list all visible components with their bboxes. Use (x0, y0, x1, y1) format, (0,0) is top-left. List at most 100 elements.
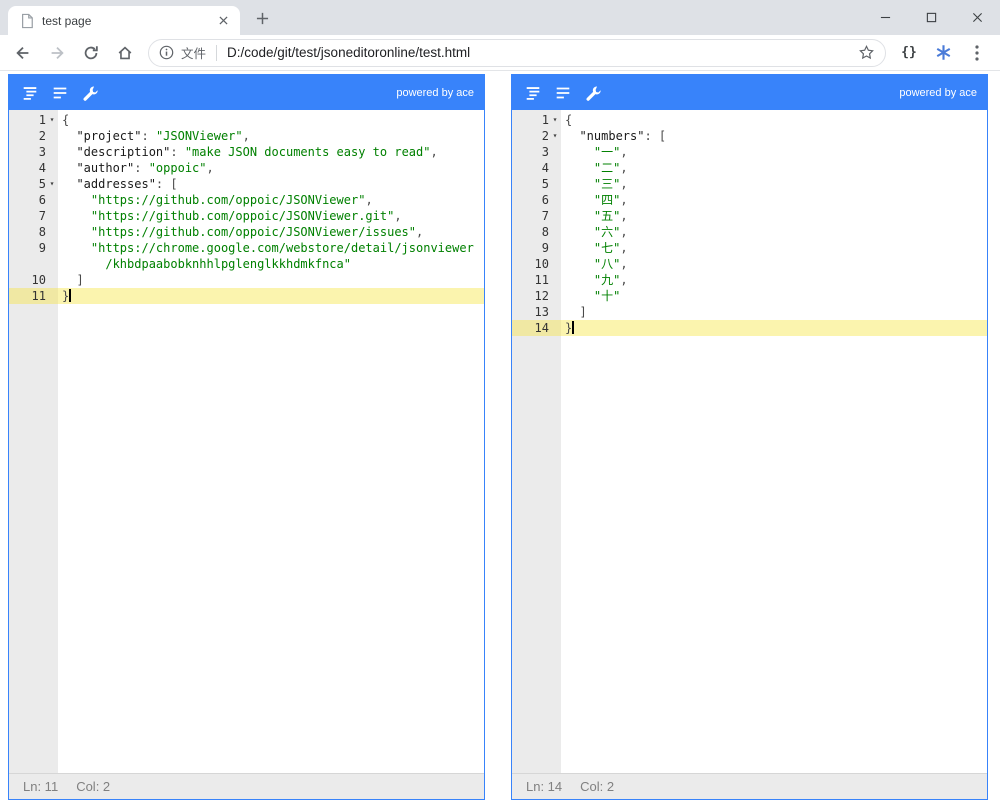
json-editor-right: powered by ace 1 ▾ 2 ▾ 3 4 5 6 7 8 9 10 11 12 13 14 { "… (511, 74, 988, 800)
powered-by-ace-link[interactable]: powered by ace (899, 87, 977, 99)
gutter-line-number: 7 (541, 209, 549, 223)
format-button[interactable] (520, 80, 546, 106)
powered-by-ace-link[interactable]: powered by ace (396, 87, 474, 99)
browser-tab[interactable]: test page (8, 6, 240, 35)
code-line[interactable]: /khbdpaabobknhhlpglenglkkhdmkfnca" (58, 256, 484, 272)
code-line[interactable]: "七", (561, 240, 987, 256)
gutter-line-number: 13 (534, 305, 549, 319)
page-info-icon[interactable] (159, 45, 174, 60)
text-cursor (69, 289, 72, 302)
code-area[interactable]: { "numbers": [ "一", "二", "三", "四", "五", … (561, 110, 987, 773)
back-icon (16, 46, 29, 59)
text-cursor (572, 321, 575, 334)
wrench-icon (586, 86, 601, 101)
code-line[interactable]: "三", (561, 176, 987, 192)
code-line[interactable]: "addresses": [ (58, 176, 484, 192)
gutter-line-number: 10 (31, 273, 46, 287)
code-line[interactable]: } (58, 288, 484, 304)
json-editor-left: powered by ace 1 ▾ 2 3 4 5 ▾ 6 7 8 9 10 11 { "projec… (8, 74, 485, 800)
code-line[interactable]: "https://chrome.google.com/webstore/deta… (58, 240, 484, 256)
code-line[interactable]: ] (561, 304, 987, 320)
status-col: Col: 2 (580, 779, 615, 794)
code-line[interactable]: "description": "make JSON documents easy… (58, 144, 484, 160)
gutter-line-number (9, 256, 58, 272)
code-line[interactable]: "九", (561, 272, 987, 288)
home-button[interactable] (109, 37, 141, 69)
new-tab-button[interactable] (248, 4, 276, 32)
extension-json-formatter-button[interactable]: {} (893, 37, 925, 69)
gutter-line-number: 1 ▾ (512, 112, 561, 128)
fold-widget-icon[interactable]: ▾ (549, 128, 561, 144)
repair-button[interactable] (77, 80, 103, 106)
gutter-line-number: 12 (534, 289, 549, 303)
bookmark-star-button[interactable] (858, 44, 875, 61)
gutter-line-number: 11 (534, 273, 549, 287)
code-line[interactable]: "author": "oppoic", (58, 160, 484, 176)
gutter-line-number: 1 ▾ (9, 112, 58, 128)
page-content: powered by ace 1 ▾ 2 3 4 5 ▾ 6 7 8 9 10 11 { "projec… (0, 71, 1000, 800)
gutter-line-number: 4 (541, 161, 549, 175)
forward-icon (51, 46, 64, 59)
fold-widget-icon[interactable]: ▾ (46, 112, 58, 128)
maximize-button[interactable] (908, 0, 954, 35)
close-window-button[interactable] (954, 0, 1000, 35)
code-line[interactable]: "https://github.com/oppoic/JSONViewer/is… (58, 224, 484, 240)
gutter-line-number: 3 (541, 145, 549, 159)
asterisk-extension-icon (936, 45, 950, 60)
gutter-line-number: 9 (541, 241, 549, 255)
code-line[interactable]: "一", (561, 144, 987, 160)
extension-jsonviewer-button[interactable] (927, 37, 959, 69)
editor-menu-right: powered by ace (512, 75, 987, 110)
code-line[interactable]: "八", (561, 256, 987, 272)
code-line[interactable]: "二", (561, 160, 987, 176)
braces-extension-icon: {} (901, 45, 917, 60)
code-line[interactable]: "https://github.com/oppoic/JSONViewer.gi… (58, 208, 484, 224)
code-line[interactable]: "https://github.com/oppoic/JSONViewer", (58, 192, 484, 208)
code-line[interactable]: ] (58, 272, 484, 288)
address-bar[interactable]: 文件 D:/code/git/test/jsoneditoronline/tes… (148, 38, 886, 67)
kebab-menu-icon (975, 44, 979, 61)
home-icon (118, 45, 132, 59)
compact-button[interactable] (47, 80, 73, 106)
compact-icon (556, 87, 570, 98)
code-line[interactable]: "四", (561, 192, 987, 208)
url-text[interactable]: D:/code/git/test/jsoneditoronline/test.h… (227, 45, 858, 60)
code-area[interactable]: { "project": "JSONViewer", "description"… (58, 110, 484, 773)
reload-button[interactable] (75, 37, 107, 69)
code-line[interactable]: "五", (561, 208, 987, 224)
gutter-line-number: 6 (38, 193, 46, 207)
gutter-line-number: 9 (38, 241, 46, 255)
compact-icon (53, 87, 67, 98)
status-bar-left: Ln: 11 Col: 2 (9, 773, 484, 799)
forward-button[interactable] (41, 37, 73, 69)
gutter-line-number: 6 (541, 193, 549, 207)
browser-menu-button[interactable] (961, 37, 993, 69)
fold-widget-icon[interactable]: ▾ (549, 112, 561, 128)
fold-widget-icon[interactable]: ▾ (46, 176, 58, 192)
gutter-line-number: 3 (38, 145, 46, 159)
gutter-line-number: 8 (541, 225, 549, 239)
code-line[interactable]: "numbers": [ (561, 128, 987, 144)
back-button[interactable] (7, 37, 39, 69)
code-line[interactable]: { (58, 112, 484, 128)
code-line[interactable]: "六", (561, 224, 987, 240)
status-bar-right: Ln: 14 Col: 2 (512, 773, 987, 799)
compact-button[interactable] (550, 80, 576, 106)
gutter-line-number: 8 (38, 225, 46, 239)
status-line: Ln: 14 (526, 779, 563, 794)
format-button[interactable] (17, 80, 43, 106)
gutter-line-number: 5 (541, 177, 549, 191)
gutter-line-number: 2 (38, 129, 46, 143)
omnibox-divider (216, 44, 218, 61)
code-line[interactable]: } (561, 320, 987, 336)
status-line: Ln: 11 (23, 779, 59, 794)
gutter-line-number: 11 (9, 288, 58, 304)
repair-button[interactable] (580, 80, 606, 106)
minimize-button[interactable] (862, 0, 908, 35)
code-line[interactable]: "project": "JSONViewer", (58, 128, 484, 144)
code-line[interactable]: { (561, 112, 987, 128)
tab-close-icon[interactable] (214, 12, 232, 30)
wrench-icon (83, 86, 98, 101)
reload-icon (84, 45, 98, 59)
code-line[interactable]: "十" (561, 288, 987, 304)
